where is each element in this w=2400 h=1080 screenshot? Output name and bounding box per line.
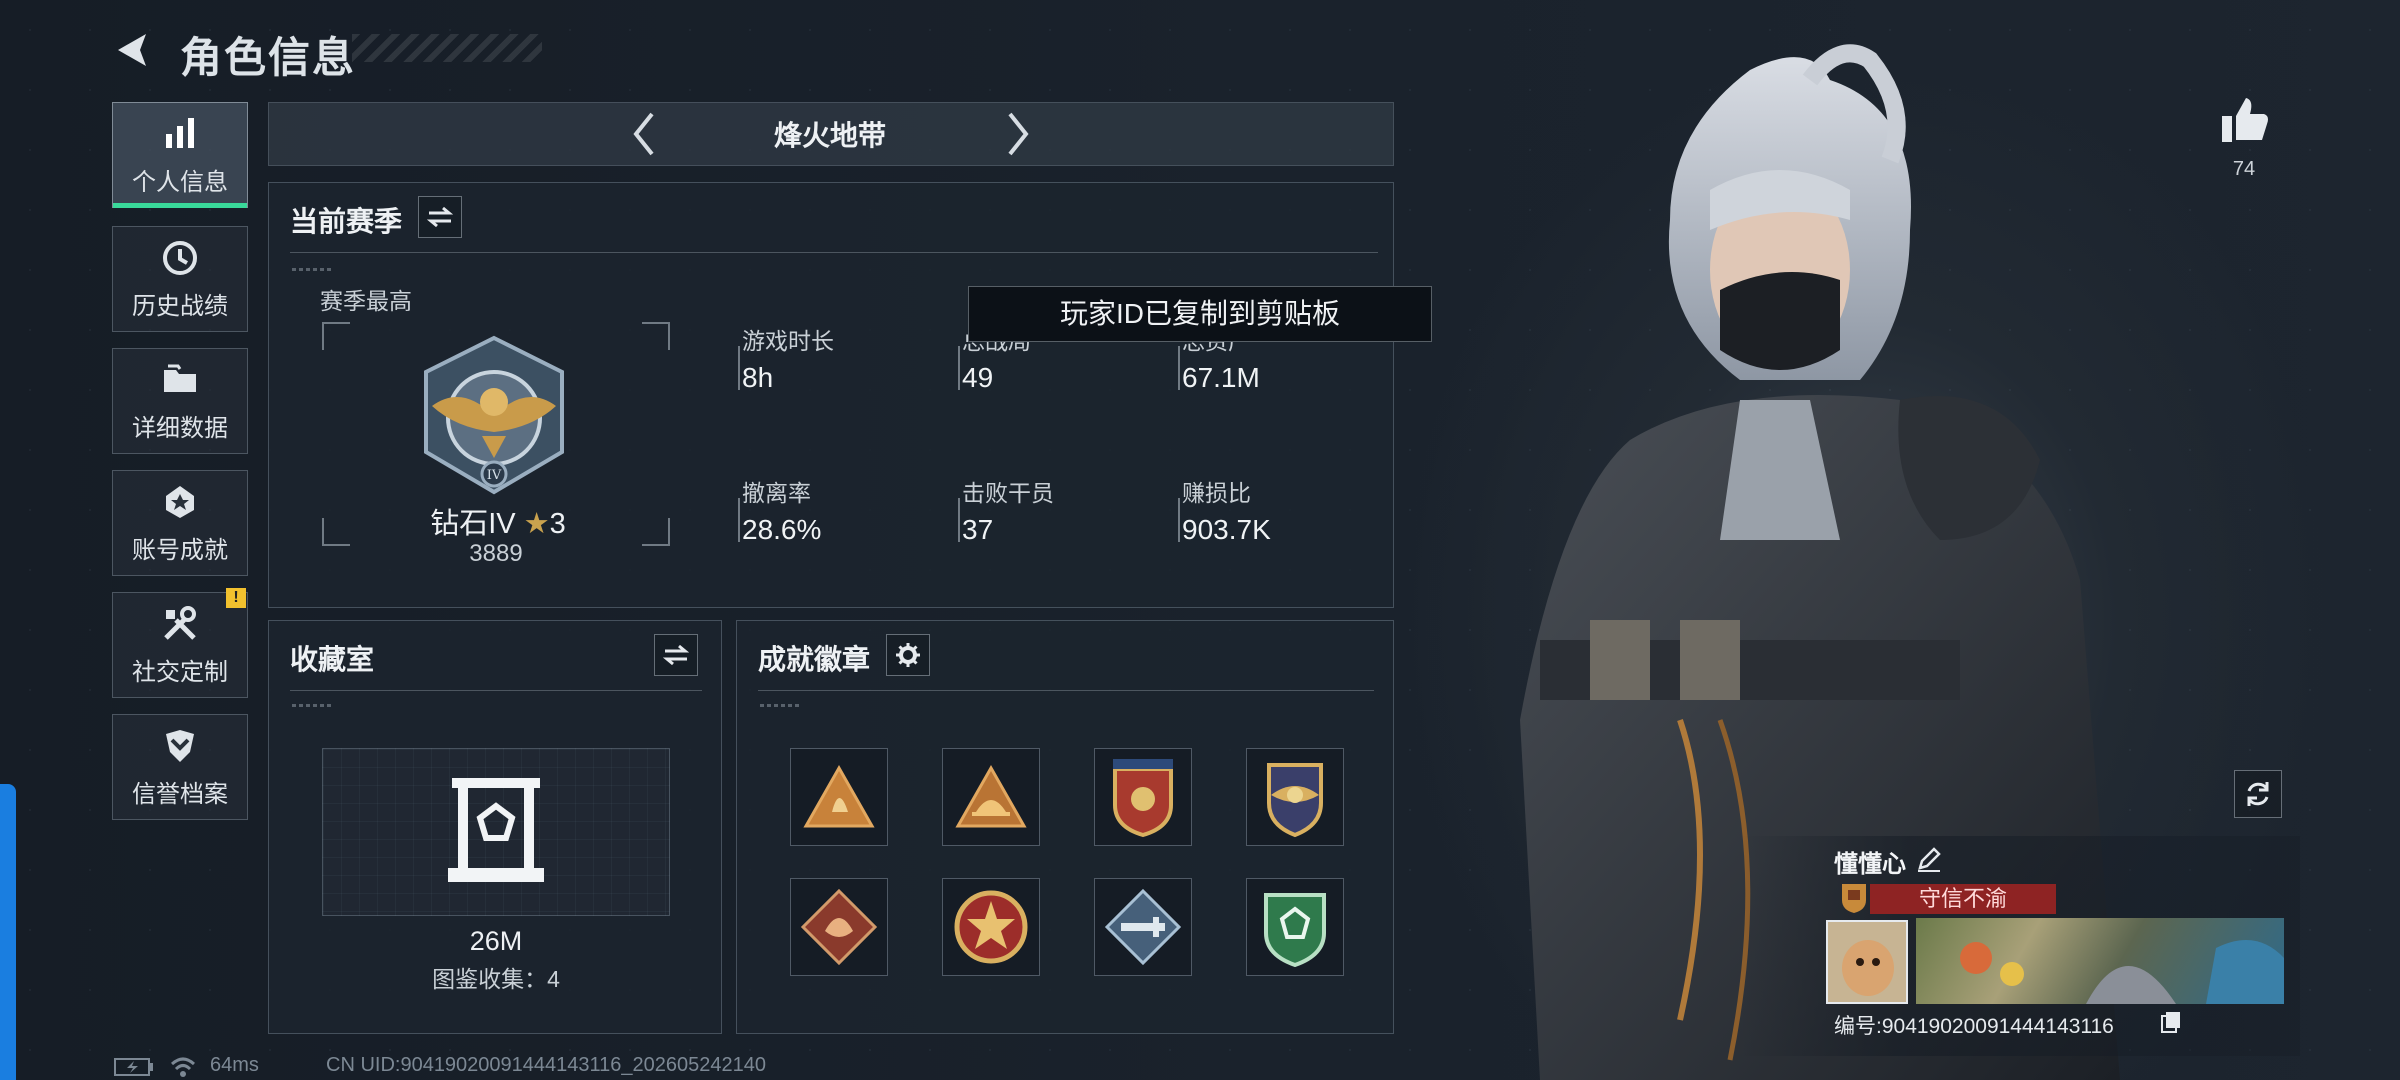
stat-divider [738,498,740,542]
ping-value: 64ms [210,1054,259,1076]
page-title: 角色信息 [180,34,357,81]
mode-title: 烽火地带 [773,120,886,151]
sidebar-item-label: 个人信息 [132,168,228,196]
collection-divider [290,690,702,691]
dragon-diamond-badge-icon[interactable] [790,878,888,976]
star-circle-badge-icon[interactable] [942,878,1040,976]
stat-divider [958,346,960,390]
rotate-model-button[interactable] [2234,770,2282,818]
stat-label-profit-ratio: 赚损比 [1182,480,1251,506]
rank-star-icon: ★ [523,508,550,540]
chevron-left-icon[interactable] [628,110,660,158]
rifle-diamond-badge-icon[interactable] [1094,878,1192,976]
diamond-rank-emblem-icon: IV [424,335,564,495]
flame-triangle-badge-icon[interactable] [790,748,888,846]
stat-label-play-time: 游戏时长 [742,328,834,354]
banner-art [1960,940,2284,1004]
collection-title: 收藏室 [290,644,375,675]
sidebar-item-details[interactable]: 详细数据 [112,348,248,454]
back-arrow-icon[interactable] [110,28,154,72]
collection-switch-button[interactable] [654,634,698,676]
stat-value-extract-rate: 28.6% [742,514,822,545]
collection-catalog-count: 图鉴收集：4 [432,966,560,992]
stat-divider [958,498,960,542]
player-name: 懂懂心 [1834,851,1906,878]
rank-points: 3889 [469,540,523,567]
stat-label-extract-rate: 撤离率 [742,480,811,506]
season-divider [290,252,1378,253]
sidebar-item-label: 社交定制 [132,658,228,686]
thumbs-up-icon[interactable] [2220,96,2270,144]
tools-icon [164,605,196,640]
decor-dash [292,268,332,271]
sidebar-item-profile[interactable]: 个人信息 [112,102,248,208]
season-switch-button[interactable] [418,196,462,238]
sidebar-item-label: 详细数据 [132,414,228,442]
season-best-label: 赛季最高 [320,288,412,314]
stat-divider [738,346,740,390]
player-title-tag: 守信不渝 [1870,884,2056,914]
achievement-star-icon [166,485,194,518]
swap-icon [427,206,453,228]
bar-chart-icon [166,117,194,148]
frame-corner [322,322,350,350]
gear-icon [896,643,920,667]
copy-icon[interactable] [2160,1010,2182,1034]
sidebar-item-label: 历史战绩 [132,292,228,320]
frame-corner [642,322,670,350]
player-id: 编号:90419020091444143116 [1834,1015,2114,1038]
sidebar-item-history[interactable]: 历史战绩 [112,226,248,332]
rank-stars: 3 [549,508,566,540]
stat-label-kills: 击败干员 [962,480,1054,506]
stat-value-profit-ratio: 903.7K [1182,514,1271,545]
copied-toast: 玩家ID已复制到剪贴板 [968,286,1432,342]
uid-text: CN UID:90419020091444143116_202605242140 [326,1054,767,1076]
sidebar-item-label: 信誉档案 [132,780,228,808]
season-title: 当前赛季 [290,206,403,237]
frame-corner [642,518,670,546]
wifi-icon [170,1057,196,1077]
achievement-divider [758,690,1374,691]
frame-corner [322,518,350,546]
rank-label: 钻石IV ★3 [408,500,588,542]
title-decoration [352,34,542,62]
swap-icon [663,644,689,666]
green-shield-badge-icon[interactable] [1246,878,1344,976]
achievement-title: 成就徽章 [758,644,871,675]
shield-chevron-icon [166,729,194,762]
sidebar-item-achievements[interactable]: 账号成就 [112,470,248,576]
stat-divider [1178,346,1180,390]
decor-dash [760,704,800,707]
rotate-icon [2247,782,2269,806]
svg-text:IV: IV [487,468,502,483]
battery-icon [114,1058,153,1076]
avatar-image [1842,940,1894,996]
stat-value-kills: 37 [962,514,994,545]
achievement-settings-button[interactable] [886,634,930,676]
display-case-icon [448,778,544,882]
notice-badge: ! [226,588,246,608]
chevron-right-icon[interactable] [1002,110,1034,158]
wing-crest-badge-icon[interactable] [1246,748,1344,846]
folder-icon [164,364,196,392]
stat-value-total-matches: 49 [962,362,994,393]
hat-triangle-badge-icon[interactable] [942,748,1040,846]
like-count: 74 [2232,158,2256,180]
stat-value-total-assets: 67.1M [1182,362,1260,393]
edge-handle[interactable] [0,784,16,1080]
sidebar-item-label: 账号成就 [132,536,228,564]
history-clock-icon [163,240,197,275]
stat-divider [1178,498,1180,542]
decor-dash [292,704,332,707]
sidebar-item-reputation[interactable]: 信誉档案 [112,714,248,820]
rank-name: 钻石IV [430,508,516,540]
banner-image[interactable] [1916,918,2284,1004]
stat-value-play-time: 8h [742,362,774,393]
reputation-emblem-icon [1842,884,1866,913]
edit-pencil-icon[interactable] [1916,846,1942,872]
star-crest-badge-icon[interactable] [1094,748,1192,846]
avatar[interactable] [1826,920,1908,1004]
collection-value: 26M [469,926,523,956]
